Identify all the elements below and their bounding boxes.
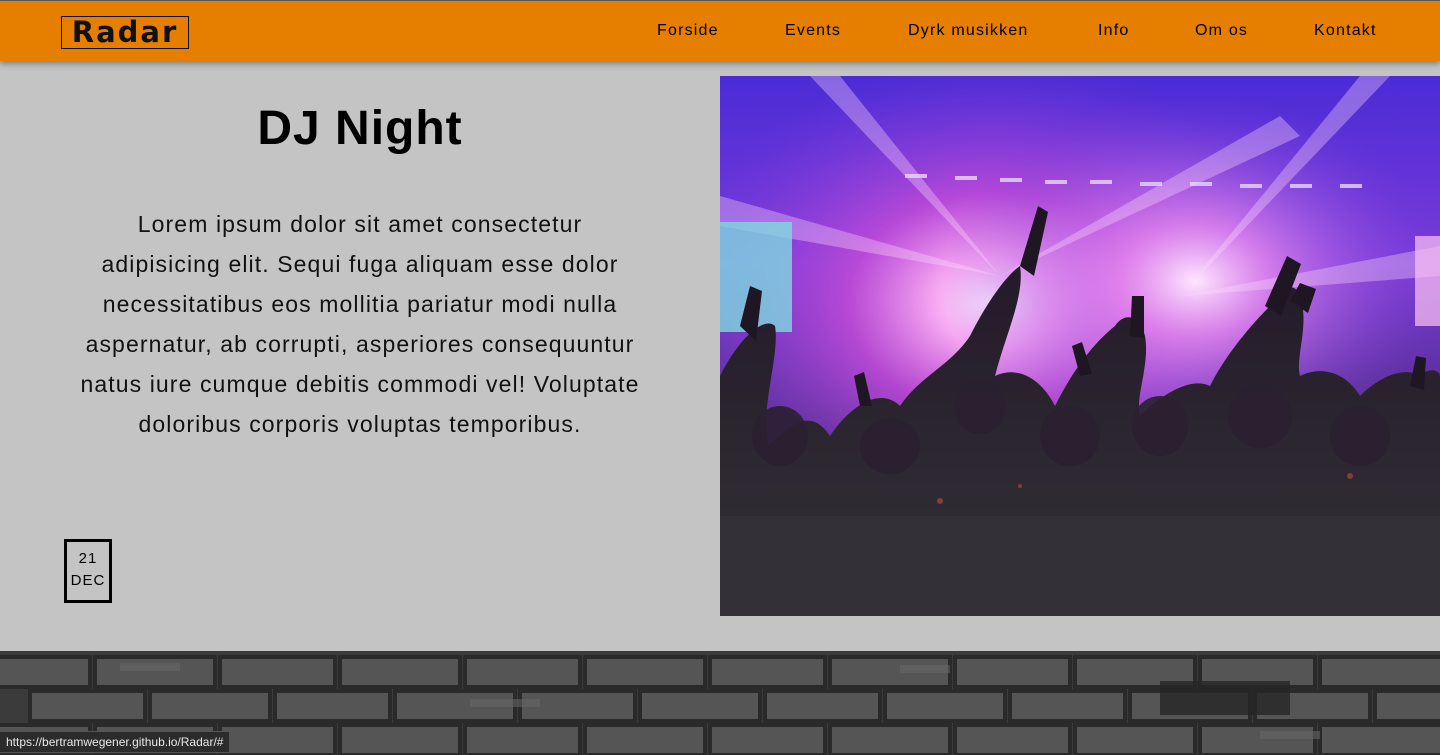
- nav-item-kontakt[interactable]: Kontakt: [1314, 22, 1377, 40]
- concert-crowd-image: [720, 76, 1440, 616]
- status-bar-url: https://bertramwegener.github.io/Radar/#: [0, 731, 231, 753]
- event-date-badge: 21 DEC: [64, 539, 112, 603]
- event-date-month: DEC: [70, 572, 106, 589]
- nav-item-forside[interactable]: Forside: [657, 22, 719, 40]
- event-section: DJ Night Lorem ipsum dolor sit amet cons…: [0, 61, 1440, 651]
- nav-item-dyrk-musikken[interactable]: Dyrk musikken: [908, 22, 1029, 40]
- radar-logo[interactable]: Radar: [61, 16, 189, 49]
- event-date-day: 21: [78, 550, 98, 567]
- event-photo: [720, 76, 1440, 616]
- nav-item-events[interactable]: Events: [785, 22, 841, 40]
- event-description: Lorem ipsum dolor sit amet consectetur a…: [80, 211, 640, 437]
- nav-item-om-os[interactable]: Om os: [1195, 22, 1248, 40]
- nav-item-info[interactable]: Info: [1098, 22, 1130, 40]
- top-navigation-bar: Radar Forside Events Dyrk musikken Info …: [0, 0, 1440, 61]
- event-title: DJ Night: [257, 102, 463, 155]
